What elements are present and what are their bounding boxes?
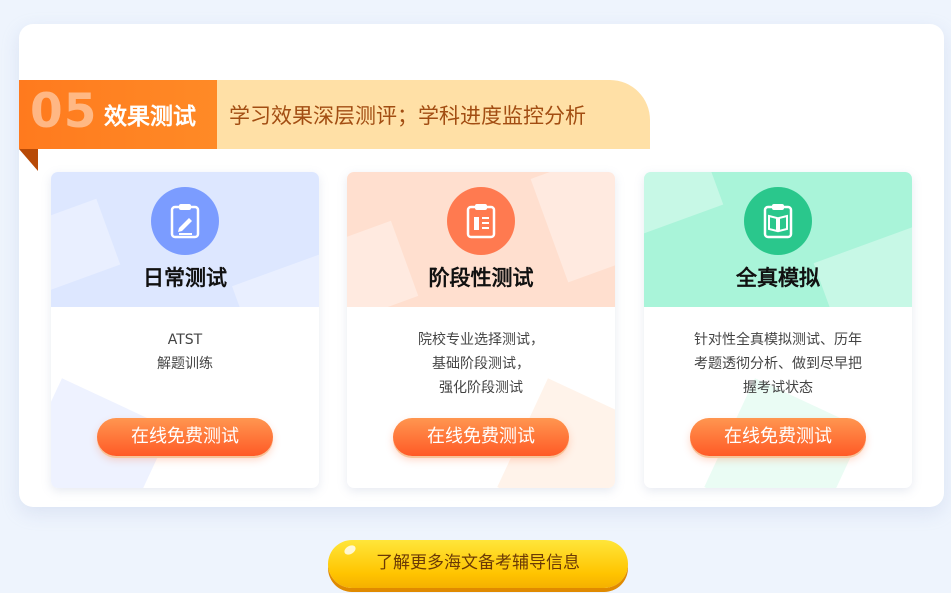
free-test-button[interactable]: 在线免费测试 <box>393 418 569 456</box>
description-line: 基础阶段测试， <box>432 356 530 372</box>
learn-more-button[interactable]: 了解更多海文备考辅导信息 <box>328 540 628 588</box>
card-description: 针对性全真模拟测试、历年 考题透彻分析、做到尽早把 握考试状态 <box>664 328 892 400</box>
description-line: 解题训练 <box>157 356 213 372</box>
card-full-simulation: 全真模拟 针对性全真模拟测试、历年 考题透彻分析、做到尽早把 握考试状态 在线免… <box>644 172 912 488</box>
free-test-button[interactable]: 在线免费测试 <box>690 418 866 456</box>
card-title: 阶段性测试 <box>428 266 534 290</box>
card-title: 日常测试 <box>143 266 227 290</box>
card-title: 全真模拟 <box>736 266 820 290</box>
ribbon-fold <box>19 149 38 171</box>
section-subtitle-block: 学习效果深层测评；学科进度监控分析 <box>217 80 650 149</box>
section-title: 效果测试 <box>104 104 196 130</box>
card-header: 阶段性测试 <box>347 172 615 307</box>
section-number-block: 05 效果测试 <box>19 80 217 149</box>
description-line: 强化阶段测试 <box>439 380 523 396</box>
card-stage-test: 阶段性测试 院校专业选择测试， 基础阶段测试， 强化阶段测试 在线免费测试 <box>347 172 615 488</box>
decorative-shape <box>644 172 724 236</box>
free-test-button[interactable]: 在线免费测试 <box>97 418 273 456</box>
card-description: 院校专业选择测试， 基础阶段测试， 强化阶段测试 <box>367 328 595 400</box>
section-subtitle: 学习效果深层测评；学科进度监控分析 <box>229 104 586 128</box>
card-daily-test: 日常测试 ATST 解题训练 在线免费测试 <box>51 172 319 488</box>
card-header: 全真模拟 <box>644 172 912 307</box>
description-line: ATST <box>167 332 203 348</box>
description-line: 考题透彻分析、做到尽早把 <box>694 356 862 372</box>
learn-more-label: 了解更多海文备考辅导信息 <box>376 553 580 573</box>
button-shine <box>342 543 358 557</box>
description-line: 院校专业选择测试， <box>418 332 544 348</box>
effect-test-panel: 05 效果测试 学习效果深层测评；学科进度监控分析 日常测试 ATST 解题训练… <box>19 24 944 507</box>
clipboard-list-icon <box>447 187 515 255</box>
card-header: 日常测试 <box>51 172 319 307</box>
description-line: 握考试状态 <box>743 380 813 396</box>
section-header: 05 效果测试 学习效果深层测评；学科进度监控分析 <box>19 80 650 171</box>
book-icon <box>744 187 812 255</box>
clipboard-edit-icon <box>151 187 219 255</box>
card-description: ATST 解题训练 <box>71 328 299 376</box>
section-number: 05 <box>30 84 98 139</box>
description-line: 针对性全真模拟测试、历年 <box>694 332 862 348</box>
